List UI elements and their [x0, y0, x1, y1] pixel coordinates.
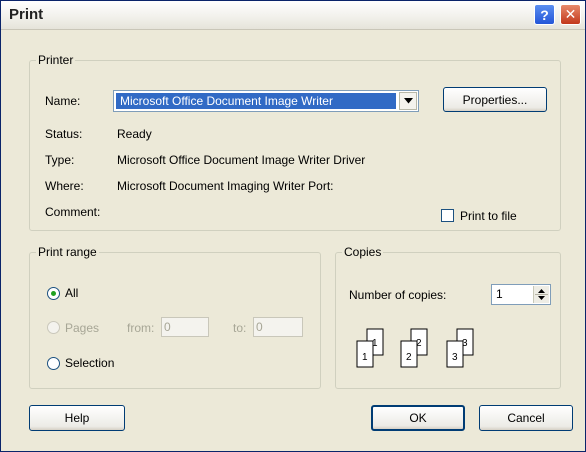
collate-pages-icon: 1 1 2 2 3 3	[356, 328, 474, 368]
status-label: Status:	[45, 127, 83, 141]
svg-text:2: 2	[406, 352, 412, 363]
pages-radio[interactable]	[47, 321, 60, 334]
number-of-copies-label: Number of copies:	[349, 288, 447, 302]
selected-dot-icon	[51, 291, 56, 296]
title-help-button[interactable]: ?	[534, 4, 555, 25]
cancel-button[interactable]: Cancel	[479, 405, 573, 431]
dropdown-button[interactable]	[399, 92, 417, 110]
printer-legend: Printer	[38, 53, 74, 67]
print-to-file-checkbox[interactable]	[441, 209, 454, 222]
printer-group: Printer	[29, 53, 561, 231]
type-value: Microsoft Office Document Image Writer D…	[117, 153, 366, 167]
pages-label[interactable]: Pages	[65, 321, 99, 335]
print-to-file-label[interactable]: Print to file	[460, 209, 517, 223]
ok-button[interactable]: OK	[371, 405, 465, 431]
cancel-button-label: Cancel	[507, 411, 545, 425]
print-dialog: Print ? ✕ Printer Name: Microsoft Office…	[0, 0, 586, 452]
svg-text:1: 1	[362, 352, 368, 363]
all-label[interactable]: All	[65, 286, 78, 300]
ok-button-label: OK	[409, 411, 427, 425]
to-label: to:	[233, 321, 247, 335]
type-label: Type:	[45, 153, 75, 167]
print-range-legend: Print range	[38, 245, 97, 259]
from-label: from:	[127, 321, 155, 335]
printer-name-value: Microsoft Office Document Image Writer	[116, 93, 396, 109]
dialog-title: Print	[9, 6, 44, 23]
name-label: Name:	[45, 94, 81, 108]
status-value: Ready	[117, 127, 152, 141]
where-label: Where:	[45, 179, 84, 193]
title-bar[interactable]: Print ? ✕	[1, 1, 585, 30]
help-button[interactable]: Help	[29, 405, 125, 431]
from-input[interactable]: 0	[161, 317, 209, 337]
copies-legend: Copies	[344, 245, 382, 259]
selection-label[interactable]: Selection	[65, 356, 114, 370]
printer-name-select[interactable]: Microsoft Office Document Image Writer	[113, 90, 419, 112]
to-input[interactable]: 0	[253, 317, 303, 337]
title-close-button[interactable]: ✕	[560, 4, 581, 25]
spinner-arrows[interactable]	[533, 286, 549, 303]
comment-label: Comment:	[45, 205, 101, 219]
help-icon: ?	[540, 6, 549, 23]
close-icon: ✕	[564, 6, 577, 22]
svg-text:3: 3	[452, 352, 458, 363]
help-button-label: Help	[64, 411, 90, 425]
copies-spinner[interactable]: 1	[491, 284, 551, 305]
selection-radio[interactable]	[47, 357, 60, 370]
properties-button[interactable]: Properties...	[443, 87, 547, 112]
spin-arrows-icon	[535, 289, 548, 300]
all-radio[interactable]	[47, 287, 60, 300]
properties-button-label: Properties...	[462, 92, 528, 107]
where-value: Microsoft Document Imaging Writer Port:	[117, 179, 334, 193]
copies-value: 1	[496, 287, 503, 301]
chevron-down-icon	[403, 98, 413, 104]
